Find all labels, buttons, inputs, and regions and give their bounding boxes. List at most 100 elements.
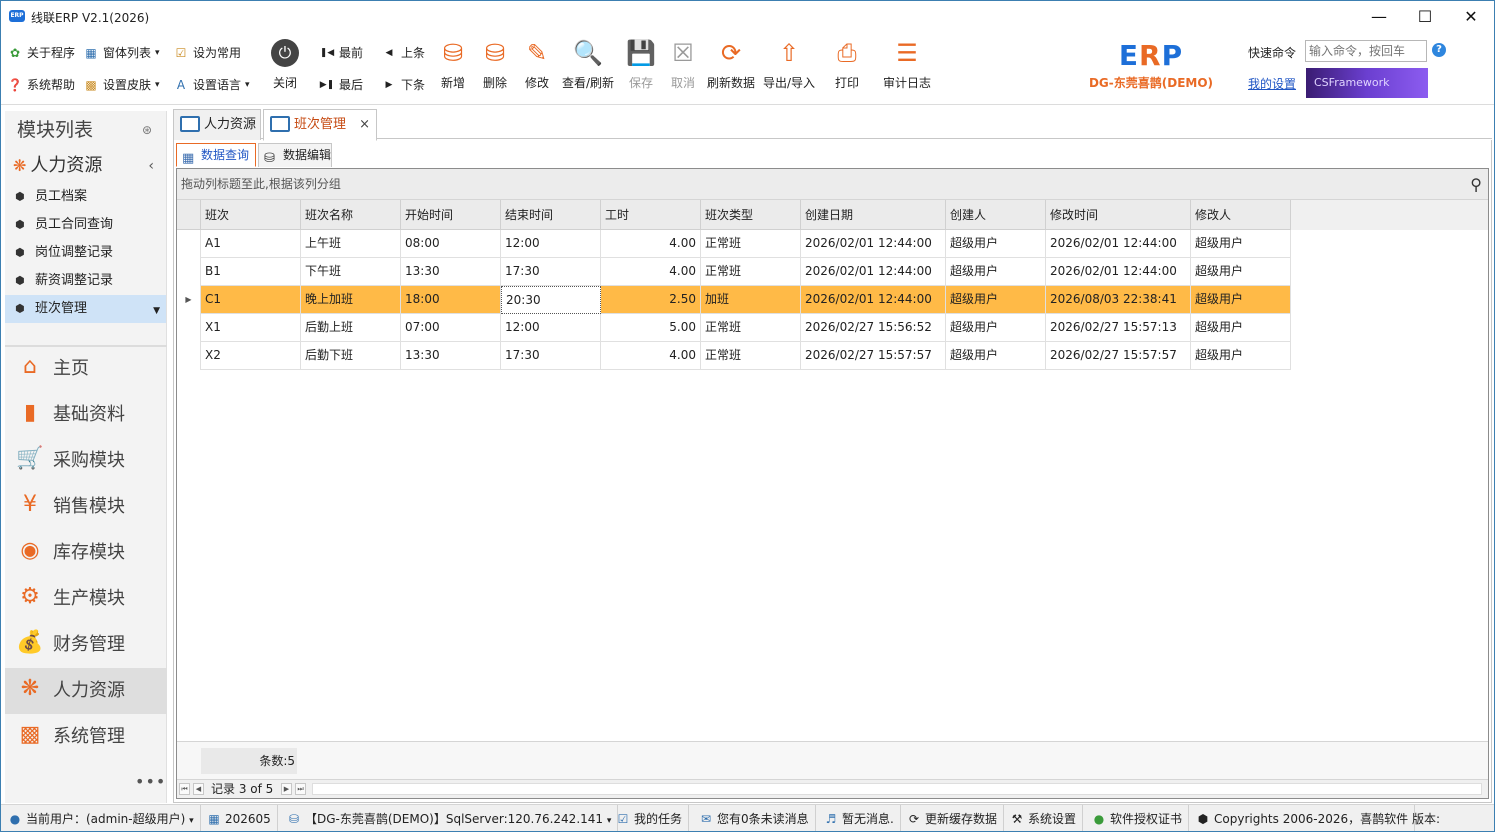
set-favorite-button[interactable]: ☑ 设为常用 [173,42,241,64]
close-module-button[interactable]: ⏻ 关闭 [267,37,303,97]
set-skin-button[interactable]: ▩ 设置皮肤 ▾ [83,74,159,96]
pin-icon[interactable]: ⊛ [142,111,152,149]
column-header[interactable]: 修改人 [1191,200,1291,230]
audit-log-button[interactable]: ☰ 审计日志 [879,37,935,97]
table-row[interactable]: A1 上午班 08:00 12:00 4.00 正常班 2026/02/01 12:44:0… [177,230,1488,258]
table-cell[interactable]: 2026/02/27 15:57:57 [1046,342,1191,370]
table-cell[interactable]: C1 [201,286,301,314]
set-language-button[interactable]: A 设置语言 ▾ [173,74,250,96]
table-cell[interactable]: 2026/08/03 22:38:41 [1046,286,1191,314]
table-cell[interactable]: 超级用户 [1191,342,1291,370]
table-cell[interactable]: 超级用户 [946,230,1046,258]
table-cell[interactable]: B1 [201,258,301,286]
column-header[interactable]: 班次 [201,200,301,230]
table-cell[interactable]: 13:30 [401,258,501,286]
module-item-position-change[interactable]: ⬢ 岗位调整记录 [5,239,166,267]
table-cell[interactable]: 加班 [701,286,801,314]
table-cell[interactable]: 正常班 [701,258,801,286]
table-cell[interactable]: 超级用户 [946,286,1046,314]
table-cell[interactable]: 12:00 [501,230,601,258]
license-button[interactable]: ● 软件授权证书 [1091,805,1190,831]
table-cell[interactable]: 5.00 [601,314,701,342]
update-cache-button[interactable]: ⟳ 更新缓存数据 [906,805,1005,831]
table-cell[interactable]: 后勤上班 [301,314,401,342]
nav-inventory[interactable]: ◉ 库存模块 [5,530,167,576]
table-cell[interactable]: 2026/02/27 15:57:13 [1046,314,1191,342]
nav-basic-data[interactable]: ▮ 基础资料 [5,392,167,438]
add-button[interactable]: ⛁ 新增 [435,37,471,97]
module-item-employee-file[interactable]: ⬢ 员工档案 [5,183,166,211]
column-header[interactable]: 开始时间 [401,200,501,230]
quick-command-input[interactable] [1305,40,1427,62]
close-window-button[interactable]: ✕ [1448,1,1494,33]
table-cell[interactable]: 2026/02/01 12:44:00 [1046,230,1191,258]
table-cell[interactable]: 2026/02/27 15:57:57 [801,342,946,370]
table-cell[interactable]: A1 [201,230,301,258]
table-cell[interactable]: 超级用户 [1191,230,1291,258]
next-record-button[interactable]: ▶ 下条 [381,74,425,96]
table-cell[interactable]: 正常班 [701,314,801,342]
prev-record-button[interactable]: ◀ 上条 [381,42,425,64]
column-header[interactable]: 班次名称 [301,200,401,230]
table-cell[interactable]: 超级用户 [946,258,1046,286]
nav-home[interactable]: ⌂ 主页 [5,346,167,392]
tab-hr[interactable]: 人力资源 [173,109,261,140]
table-cell[interactable]: 下午班 [301,258,401,286]
nav-system[interactable]: ▩ 系统管理 [5,714,167,760]
table-cell[interactable]: 20:30 [501,286,601,314]
minimize-button[interactable]: — [1356,1,1402,33]
module-item-shift-management[interactable]: ⬢ 班次管理 ▼ [5,295,166,323]
table-cell[interactable]: 上午班 [301,230,401,258]
table-cell[interactable]: 2026/02/01 12:44:00 [801,258,946,286]
search-icon[interactable]: ⚲ [1470,169,1482,200]
table-cell[interactable]: 2026/02/01 12:44:00 [801,286,946,314]
nav-first-icon[interactable]: ⏮ [179,783,190,795]
table-cell[interactable]: 4.00 [601,258,701,286]
status-database[interactable]: ⛁ 【DG-东莞喜鹊(DEMO)】SqlServer:120.76.242.141… [286,805,619,831]
chevron-left-icon[interactable]: ‹ [148,149,154,183]
tab-shift-management[interactable]: 班次管理 × [263,109,377,141]
refresh-data-button[interactable]: ⟳ 刷新数据 [705,37,757,97]
column-header[interactable]: 结束时间 [501,200,601,230]
table-cell[interactable]: 正常班 [701,230,801,258]
system-help-button[interactable]: ❓ 系统帮助 [7,74,76,96]
print-button[interactable]: ⎙ 打印 [829,37,865,97]
module-item-contract-query[interactable]: ⬢ 员工合同查询 [5,211,166,239]
cancel-button[interactable]: ☒ 取消 [665,37,701,97]
table-cell[interactable]: 2026/02/27 15:56:52 [801,314,946,342]
column-header[interactable]: 班次类型 [701,200,801,230]
edit-button[interactable]: ✎ 修改 [519,37,555,97]
table-cell[interactable]: 2.50 [601,286,701,314]
nav-last-icon[interactable]: ⏭ [295,783,306,795]
table-cell[interactable]: 2026/02/01 12:44:00 [1046,258,1191,286]
status-unread[interactable]: ✉ 您有0条未读消息 [698,805,816,831]
table-cell[interactable]: 4.00 [601,230,701,258]
my-settings-link[interactable]: 我的设置 [1248,75,1296,92]
view-refresh-button[interactable]: 🔍 查看/刷新 [559,37,617,97]
table-row[interactable]: ▶ C1 晚上加班 18:00 20:30 2.50 加班 2026/02/01 12:44:… [177,286,1488,314]
column-header[interactable]: 修改时间 [1046,200,1191,230]
column-header[interactable]: 工时 [601,200,701,230]
more-options-icon[interactable]: ••• [135,772,166,791]
column-header[interactable]: 创建人 [946,200,1046,230]
table-row[interactable]: B1 下午班 13:30 17:30 4.00 正常班 2026/02/01 12:44:0… [177,258,1488,286]
export-import-button[interactable]: ⇧ 导出/导入 [761,37,817,97]
table-cell[interactable]: 17:30 [501,258,601,286]
table-cell[interactable]: 2026/02/01 12:44:00 [801,230,946,258]
module-item-salary-change[interactable]: ⬢ 薪资调整记录 [5,267,166,295]
status-user[interactable]: ● 当前用户：(admin-超级用户) ▾ [7,805,201,831]
column-header[interactable]: 创建日期 [801,200,946,230]
nav-next-icon[interactable]: ▶ [281,783,292,795]
status-tasks[interactable]: ☑ 我的任务 [615,805,690,831]
nav-sales[interactable]: ¥ 销售模块 [5,484,167,530]
save-button[interactable]: 💾 保存 [623,37,659,97]
table-cell[interactable]: 超级用户 [1191,286,1291,314]
table-cell[interactable]: 13:30 [401,342,501,370]
nav-production[interactable]: ⚙ 生产模块 [5,576,167,622]
close-tab-icon[interactable]: × [359,110,370,139]
scroll-down-icon[interactable]: ▼ [153,297,160,325]
table-cell[interactable]: 晚上加班 [301,286,401,314]
table-cell[interactable]: 18:00 [401,286,501,314]
tab-data-edit[interactable]: ⛁ 数据编辑 [258,143,332,167]
table-cell[interactable]: 12:00 [501,314,601,342]
